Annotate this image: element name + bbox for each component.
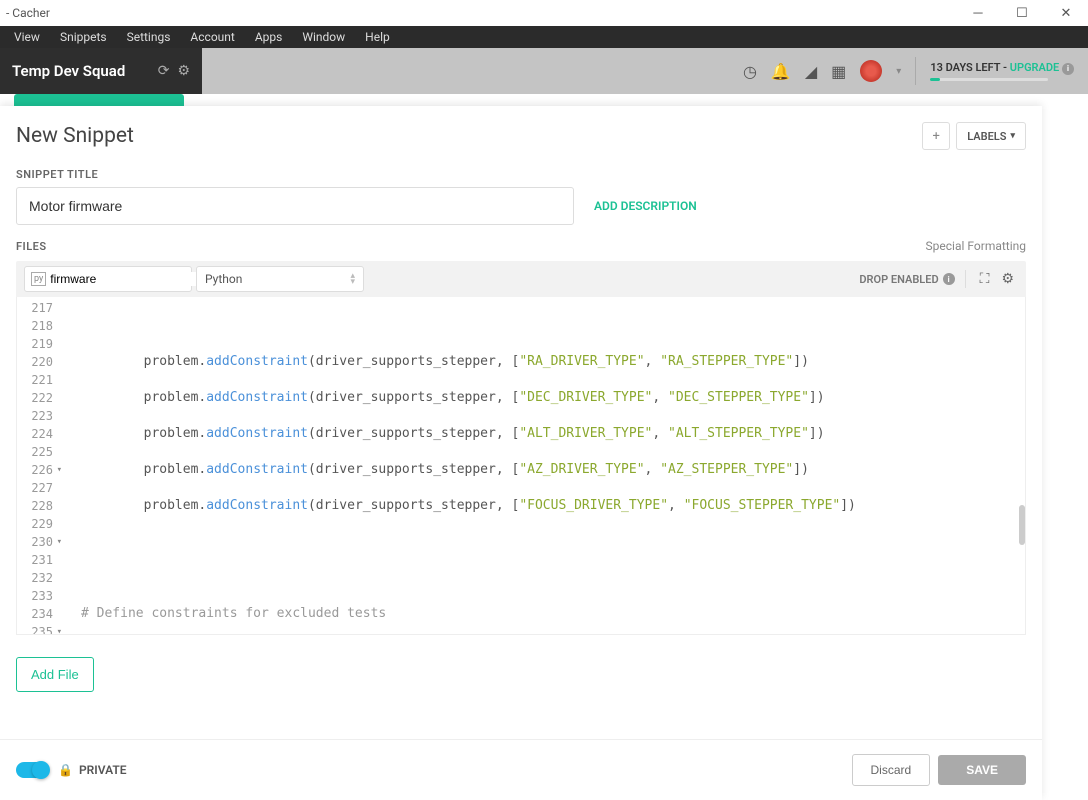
language-select[interactable]: Python ▴▾ xyxy=(196,266,364,292)
menubar: View Snippets Settings Account Apps Wind… xyxy=(0,26,1088,48)
bell-icon[interactable]: 🔔 xyxy=(771,62,791,81)
trial-status[interactable]: 13 DAYS LEFT - UPGRADE i xyxy=(930,61,1074,81)
fullscreen-icon[interactable]: ⛶ xyxy=(976,271,994,287)
panel-title: New Snippet xyxy=(16,124,922,148)
menu-view[interactable]: View xyxy=(4,27,50,47)
filetype-icon: py xyxy=(31,272,46,286)
special-formatting-link[interactable]: Special Formatting xyxy=(926,239,1026,253)
snippet-title-input[interactable] xyxy=(16,187,574,225)
private-toggle[interactable] xyxy=(16,762,48,778)
menu-help[interactable]: Help xyxy=(355,27,400,47)
private-label: PRIVATE xyxy=(79,763,127,777)
info-icon: i xyxy=(1062,63,1074,75)
labels-button[interactable]: LABELS▾ xyxy=(956,122,1026,150)
maximize-button[interactable]: ☐ xyxy=(1000,0,1044,26)
refresh-icon[interactable]: ⟳ xyxy=(158,63,170,79)
scrollbar[interactable] xyxy=(1019,505,1025,545)
gear-icon[interactable]: ⚙ xyxy=(177,63,190,79)
discard-button[interactable]: Discard xyxy=(852,754,931,786)
titlebar: - Cacher ─ ☐ ✕ xyxy=(0,0,1088,26)
topbar: Temp Dev Squad ⟳ ⚙ ◷ 🔔 ◢ ▦ ▾ 13 DAYS LEF… xyxy=(0,48,1088,94)
lock-icon: 🔒 xyxy=(58,763,73,777)
add-file-button[interactable]: Add File xyxy=(16,657,94,692)
code-content[interactable]: problem.addConstraint(driver_supports_st… xyxy=(59,297,1025,634)
add-description-button[interactable]: ADD DESCRIPTION xyxy=(594,199,697,213)
trial-progress xyxy=(930,78,1048,81)
drop-enabled-status: DROP ENABLED i xyxy=(859,273,954,286)
menu-apps[interactable]: Apps xyxy=(245,27,293,47)
filename-input[interactable] xyxy=(50,272,205,286)
panel-footer: 🔒 PRIVATE Discard SAVE xyxy=(0,739,1042,800)
chevron-updown-icon: ▴▾ xyxy=(350,273,355,285)
chevron-down-icon[interactable]: ▾ xyxy=(896,66,901,77)
apps-grid-icon[interactable]: ▦ xyxy=(831,62,846,81)
filename-input-wrap[interactable]: py xyxy=(24,266,192,292)
close-button[interactable]: ✕ xyxy=(1044,0,1088,26)
avatar[interactable] xyxy=(860,60,882,82)
gear-icon[interactable]: ⚙ xyxy=(997,271,1018,287)
code-editor[interactable]: 217 218 219 220 221 222 223 224 225 226 … xyxy=(16,297,1026,635)
new-snippet-panel: New Snippet + LABELS▾ SNIPPET TITLE ADD … xyxy=(0,106,1042,800)
menu-account[interactable]: Account xyxy=(180,27,244,47)
save-button[interactable]: SAVE xyxy=(938,755,1026,785)
menu-settings[interactable]: Settings xyxy=(117,27,181,47)
gutter: 217 218 219 220 221 222 223 224 225 226 … xyxy=(17,297,59,634)
menu-snippets[interactable]: Snippets xyxy=(50,27,117,47)
menu-window[interactable]: Window xyxy=(292,27,355,47)
info-icon[interactable]: i xyxy=(943,273,955,285)
add-label-button[interactable]: + xyxy=(922,122,950,150)
rss-icon[interactable]: ◢ xyxy=(805,62,817,81)
timer-icon[interactable]: ◷ xyxy=(743,62,757,81)
file-toolbar: py Python ▴▾ DROP ENABLED i ⛶ ⚙ xyxy=(16,261,1026,297)
sidebar-header: Temp Dev Squad ⟳ ⚙ xyxy=(0,48,202,94)
files-label: FILES xyxy=(16,240,926,253)
minimize-button[interactable]: ─ xyxy=(956,0,1000,26)
team-name[interactable]: Temp Dev Squad xyxy=(12,62,150,80)
window-title: - Cacher xyxy=(6,6,50,20)
snippet-title-label: SNIPPET TITLE xyxy=(0,160,1042,187)
